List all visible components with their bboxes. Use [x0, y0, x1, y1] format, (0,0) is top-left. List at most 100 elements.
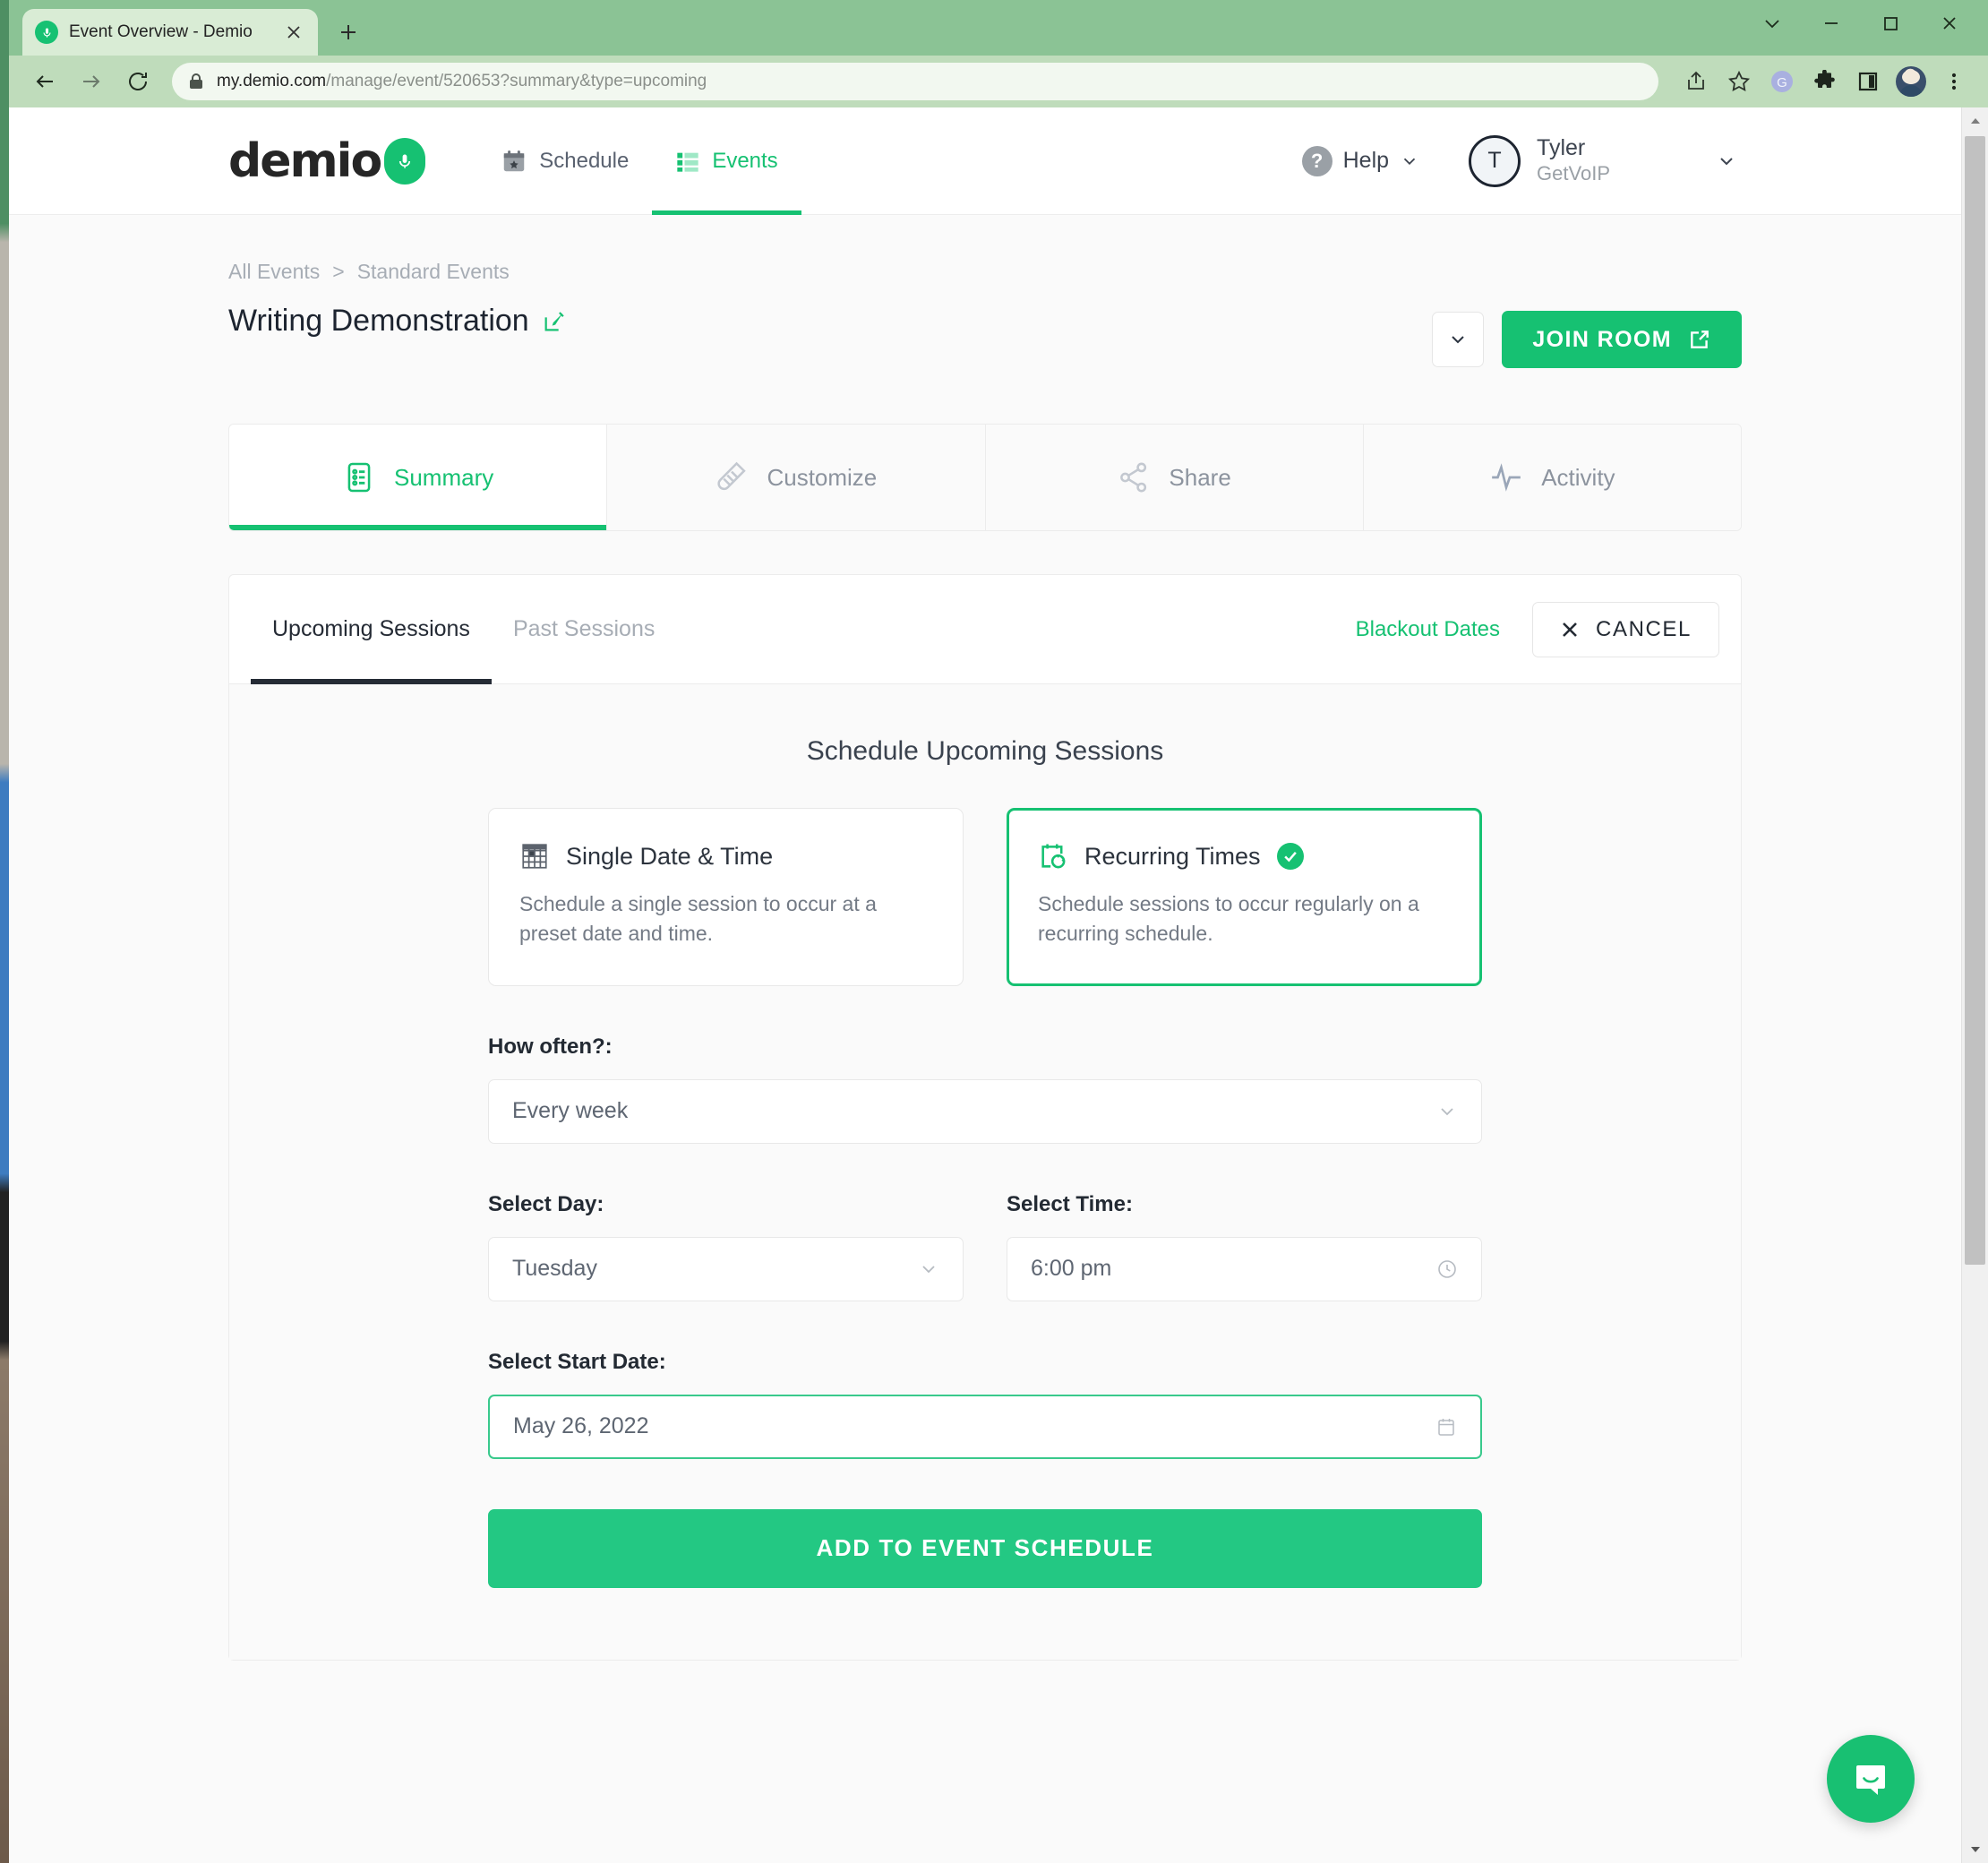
lock-icon	[188, 73, 204, 90]
option-recurring-desc: Schedule sessions to occur regularly on …	[1038, 892, 1419, 946]
edit-pencil-icon[interactable]	[542, 309, 567, 334]
nav-item-schedule[interactable]: Schedule	[477, 107, 652, 215]
option-single-title: Single Date & Time	[566, 842, 774, 870]
sidepanel-icon[interactable]	[1848, 62, 1888, 101]
option-recurring-times[interactable]: Recurring Times Schedule sessions to occ…	[1007, 808, 1482, 986]
select-day-dropdown[interactable]: Tuesday	[488, 1236, 964, 1301]
breadcrumb: All Events > Standard Events	[228, 215, 1742, 284]
browser-tab-strip: Event Overview - Demio	[9, 0, 1988, 56]
share-icon[interactable]	[1676, 62, 1716, 101]
sub-tab-past-label: Past Sessions	[512, 616, 656, 641]
check-circle-icon	[1276, 843, 1304, 870]
clock-icon	[1436, 1258, 1458, 1280]
day-time-row: Select Day: Tuesday Select Time: 6:00 pm	[488, 1144, 1482, 1301]
calendar-grid-icon	[519, 841, 550, 871]
calendar-star-icon	[501, 148, 527, 175]
demio-mic-icon	[35, 21, 58, 44]
help-menu[interactable]: ? Help	[1301, 145, 1419, 176]
chevron-down-icon[interactable]	[1743, 0, 1802, 47]
reload-icon[interactable]	[116, 60, 159, 103]
tab-activity-label: Activity	[1541, 463, 1615, 491]
nav-item-events[interactable]: Events	[652, 107, 802, 215]
chevron-down-icon	[1400, 151, 1419, 171]
web-page: demio Schedule Events ? Help T Tyler Get…	[9, 107, 1961, 1863]
cancel-label: CANCEL	[1596, 616, 1692, 641]
option-single-desc: Schedule a single session to occur at a …	[519, 892, 877, 946]
schedule-type-options: Single Date & Time Schedule a single ses…	[488, 808, 1482, 986]
desktop-background-strip	[0, 0, 9, 1863]
brush-icon	[715, 460, 749, 494]
chevron-down-icon[interactable]	[1716, 150, 1737, 172]
chrome-menu-icon[interactable]	[1934, 62, 1974, 101]
user-menu[interactable]: T Tyler GetVoIP	[1469, 134, 1737, 187]
option-single-date-time[interactable]: Single Date & Time Schedule a single ses…	[488, 808, 964, 986]
blackout-dates-link[interactable]: Blackout Dates	[1356, 617, 1500, 642]
scroll-up-arrow[interactable]	[1962, 107, 1988, 134]
pulse-icon	[1489, 460, 1523, 494]
select-time-input[interactable]: 6:00 pm	[1007, 1236, 1482, 1301]
window-controls	[1743, 0, 1979, 47]
new-tab-button[interactable]	[329, 13, 368, 52]
scrollbar-thumb[interactable]	[1965, 136, 1985, 1265]
page-content: All Events > Standard Events Writing Dem…	[9, 215, 1961, 1661]
calendar-icon	[1435, 1416, 1457, 1438]
page-title-text: Writing Demonstration	[228, 304, 529, 338]
join-room-button[interactable]: JOIN ROOM	[1502, 311, 1742, 368]
sub-tab-past-sessions[interactable]: Past Sessions	[492, 575, 676, 684]
page-scrollbar[interactable]	[1961, 107, 1988, 1863]
minimize-icon[interactable]	[1802, 0, 1861, 47]
google-extension-icon[interactable]: G	[1762, 62, 1802, 101]
share-nodes-icon	[1117, 460, 1151, 494]
breadcrumb-all-events[interactable]: All Events	[228, 260, 320, 284]
back-icon[interactable]	[23, 60, 66, 103]
scroll-down-arrow[interactable]	[1962, 1836, 1988, 1863]
how-often-value: Every week	[512, 1098, 629, 1124]
browser-tab[interactable]: Event Overview - Demio	[22, 9, 318, 56]
sub-tab-upcoming-label: Upcoming Sessions	[272, 616, 470, 641]
tab-summary[interactable]: Summary	[229, 425, 608, 530]
intercom-chat-launcher[interactable]	[1827, 1735, 1915, 1823]
bookmark-star-icon[interactable]	[1719, 62, 1759, 101]
demio-logo[interactable]: demio	[228, 134, 426, 188]
sub-tab-upcoming-sessions[interactable]: Upcoming Sessions	[251, 575, 492, 684]
tab-customize-label: Customize	[767, 463, 878, 491]
more-actions-dropdown[interactable]	[1432, 312, 1485, 367]
how-often-select[interactable]: Every week	[488, 1078, 1482, 1144]
panel-body: Schedule Upcoming Sessions Single Date &…	[229, 684, 1741, 1660]
breadcrumb-standard-events[interactable]: Standard Events	[357, 260, 510, 284]
forward-icon[interactable]	[70, 60, 113, 103]
title-actions: JOIN ROOM	[1432, 304, 1742, 368]
close-icon[interactable]	[282, 21, 305, 44]
nav-item-schedule-label: Schedule	[539, 148, 630, 173]
extensions-puzzle-icon[interactable]	[1805, 62, 1845, 101]
select-time-value: 6:00 pm	[1031, 1256, 1112, 1282]
address-bar[interactable]: my.demio.com/manage/event/520653?summary…	[172, 63, 1658, 100]
tab-activity[interactable]: Activity	[1363, 425, 1741, 530]
join-room-label: JOIN ROOM	[1532, 326, 1672, 352]
summary-list-icon	[342, 460, 376, 494]
browser-tab-title: Event Overview - Demio	[69, 22, 253, 41]
maximize-icon[interactable]	[1861, 0, 1920, 47]
tab-customize[interactable]: Customize	[607, 425, 986, 530]
breadcrumb-separator: >	[332, 260, 345, 283]
main-nav: Schedule Events	[477, 107, 802, 215]
close-icon	[1560, 620, 1580, 640]
svg-text:G: G	[1777, 75, 1787, 90]
panel-header: Upcoming Sessions Past Sessions Blackout…	[229, 575, 1741, 684]
address-bar-url: my.demio.com/manage/event/520653?summary…	[217, 72, 707, 90]
header-right: ? Help T Tyler GetVoIP	[1301, 134, 1961, 187]
cancel-button[interactable]: CANCEL	[1532, 601, 1719, 657]
add-to-event-schedule-button[interactable]: ADD TO EVENT SCHEDULE	[488, 1508, 1482, 1588]
app-header: demio Schedule Events ? Help T Tyler Get…	[9, 107, 1961, 215]
select-day-value: Tuesday	[512, 1256, 597, 1282]
sessions-panel: Upcoming Sessions Past Sessions Blackout…	[228, 574, 1742, 1661]
profile-avatar[interactable]	[1891, 62, 1931, 101]
tab-share-label: Share	[1169, 463, 1231, 491]
start-date-input[interactable]: May 26, 2022	[488, 1394, 1482, 1459]
chevron-down-icon	[1436, 1101, 1458, 1122]
window-close-icon[interactable]	[1920, 0, 1979, 47]
schedule-form: Single Date & Time Schedule a single ses…	[488, 808, 1482, 1588]
tab-share[interactable]: Share	[985, 425, 1364, 530]
chat-smile-icon	[1849, 1757, 1892, 1800]
question-mark-icon: ?	[1301, 145, 1332, 176]
